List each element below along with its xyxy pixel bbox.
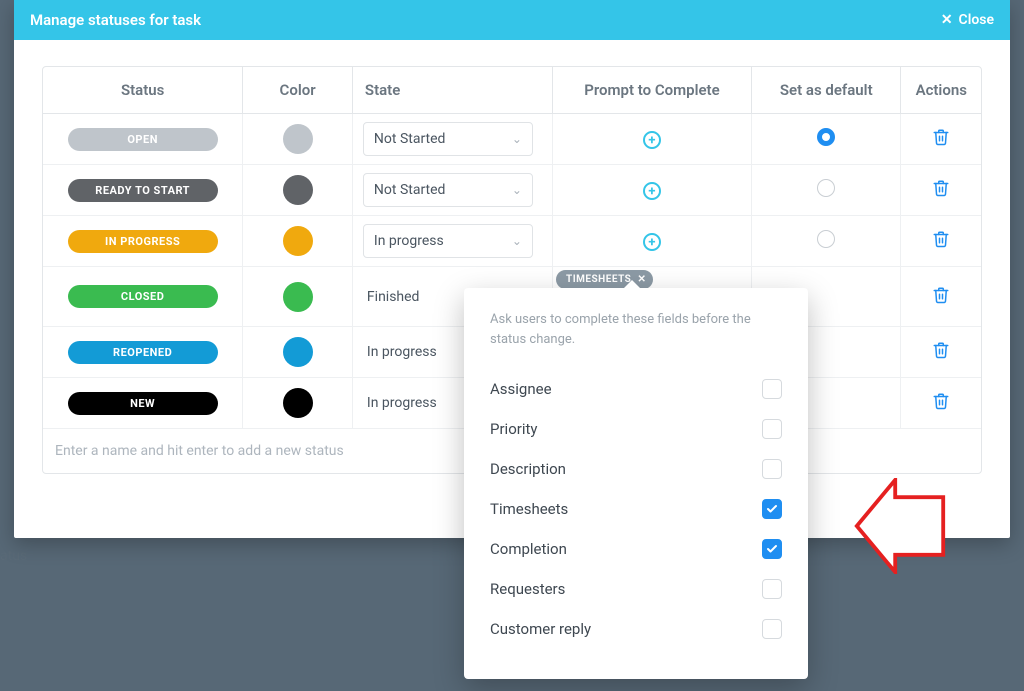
popover-field-row: Customer reply	[490, 609, 782, 649]
prompt-fields-popover: Ask users to complete these fields befor…	[464, 288, 808, 679]
column-header-actions: Actions	[901, 67, 981, 114]
state-label: Finished	[367, 289, 420, 305]
delete-icon[interactable]	[932, 285, 950, 305]
add-prompt-icon[interactable]: +	[643, 182, 661, 200]
color-swatch[interactable]	[283, 226, 313, 256]
default-radio[interactable]	[817, 179, 835, 197]
column-header-state: State	[352, 67, 552, 114]
delete-icon[interactable]	[932, 127, 950, 147]
popover-field-row: Requesters	[490, 569, 782, 609]
close-icon: ✕	[941, 12, 953, 28]
chevron-down-icon: ⌄	[512, 234, 522, 248]
delete-icon[interactable]	[932, 178, 950, 198]
color-swatch[interactable]	[283, 388, 313, 418]
default-radio[interactable]	[817, 128, 835, 146]
state-label: In progress	[367, 344, 437, 360]
color-swatch[interactable]	[283, 124, 313, 154]
table-row: IN PROGRESS In progress ⌄ +	[43, 216, 981, 267]
field-label: Priority	[490, 420, 537, 438]
state-label: Not Started	[374, 182, 446, 198]
status-pill[interactable]: READY TO START	[68, 179, 218, 202]
modal-header: Manage statuses for task ✕ Close	[14, 0, 1010, 40]
chevron-down-icon: ⌄	[512, 132, 522, 146]
status-pill[interactable]: OPEN	[68, 128, 218, 151]
state-select[interactable]: In progress ⌄	[363, 224, 533, 258]
chip-label: TIMESHEETS	[566, 274, 631, 285]
close-label: Close	[959, 12, 994, 28]
chevron-down-icon: ⌄	[512, 183, 522, 197]
status-pill[interactable]: REOPENED	[68, 341, 218, 364]
state-select[interactable]: Not Started ⌄	[363, 122, 533, 156]
popover-field-row: Timesheets	[490, 489, 782, 529]
close-button[interactable]: ✕ Close	[941, 12, 994, 28]
table-row: OPEN Not Started ⌄ +	[43, 114, 981, 165]
field-checkbox[interactable]	[762, 539, 782, 559]
color-swatch[interactable]	[283, 282, 313, 312]
state-label: In progress	[374, 233, 444, 249]
field-checkbox[interactable]	[762, 379, 782, 399]
background-text: atus	[0, 548, 27, 564]
color-swatch[interactable]	[283, 175, 313, 205]
field-label: Completion	[490, 540, 567, 558]
modal-title: Manage statuses for task	[30, 11, 201, 29]
column-header-default: Set as default	[752, 67, 901, 114]
delete-icon[interactable]	[932, 340, 950, 360]
status-pill[interactable]: IN PROGRESS	[68, 230, 218, 253]
popover-field-row: Priority	[490, 409, 782, 449]
field-label: Requesters	[490, 580, 565, 598]
annotation-arrow-icon	[852, 478, 948, 574]
popover-field-row: Completion	[490, 529, 782, 569]
status-pill[interactable]: NEW	[68, 392, 218, 415]
field-checkbox[interactable]	[762, 419, 782, 439]
popover-field-row: Assignee	[490, 369, 782, 409]
field-label: Assignee	[490, 380, 552, 398]
column-header-status: Status	[43, 67, 243, 114]
field-checkbox[interactable]	[762, 499, 782, 519]
state-label: Not Started	[374, 131, 446, 147]
delete-icon[interactable]	[932, 391, 950, 411]
add-prompt-icon[interactable]: +	[643, 233, 661, 251]
field-label: Customer reply	[490, 620, 591, 638]
field-label: Timesheets	[490, 500, 568, 518]
default-radio[interactable]	[817, 230, 835, 248]
status-pill[interactable]: CLOSED	[68, 285, 218, 308]
field-checkbox[interactable]	[762, 459, 782, 479]
state-label: In progress	[367, 395, 437, 411]
delete-icon[interactable]	[932, 229, 950, 249]
popover-description: Ask users to complete these fields befor…	[490, 310, 782, 349]
field-checkbox[interactable]	[762, 619, 782, 639]
field-checkbox[interactable]	[762, 579, 782, 599]
column-header-color: Color	[243, 67, 353, 114]
add-status-input[interactable]: Enter a name and hit enter to add a new …	[55, 443, 344, 459]
table-row: READY TO START Not Started ⌄ +	[43, 165, 981, 216]
column-header-prompt: Prompt to Complete	[552, 67, 751, 114]
field-label: Description	[490, 460, 566, 478]
color-swatch[interactable]	[283, 337, 313, 367]
state-select[interactable]: Not Started ⌄	[363, 173, 533, 207]
popover-field-row: Description	[490, 449, 782, 489]
add-prompt-icon[interactable]: +	[643, 131, 661, 149]
